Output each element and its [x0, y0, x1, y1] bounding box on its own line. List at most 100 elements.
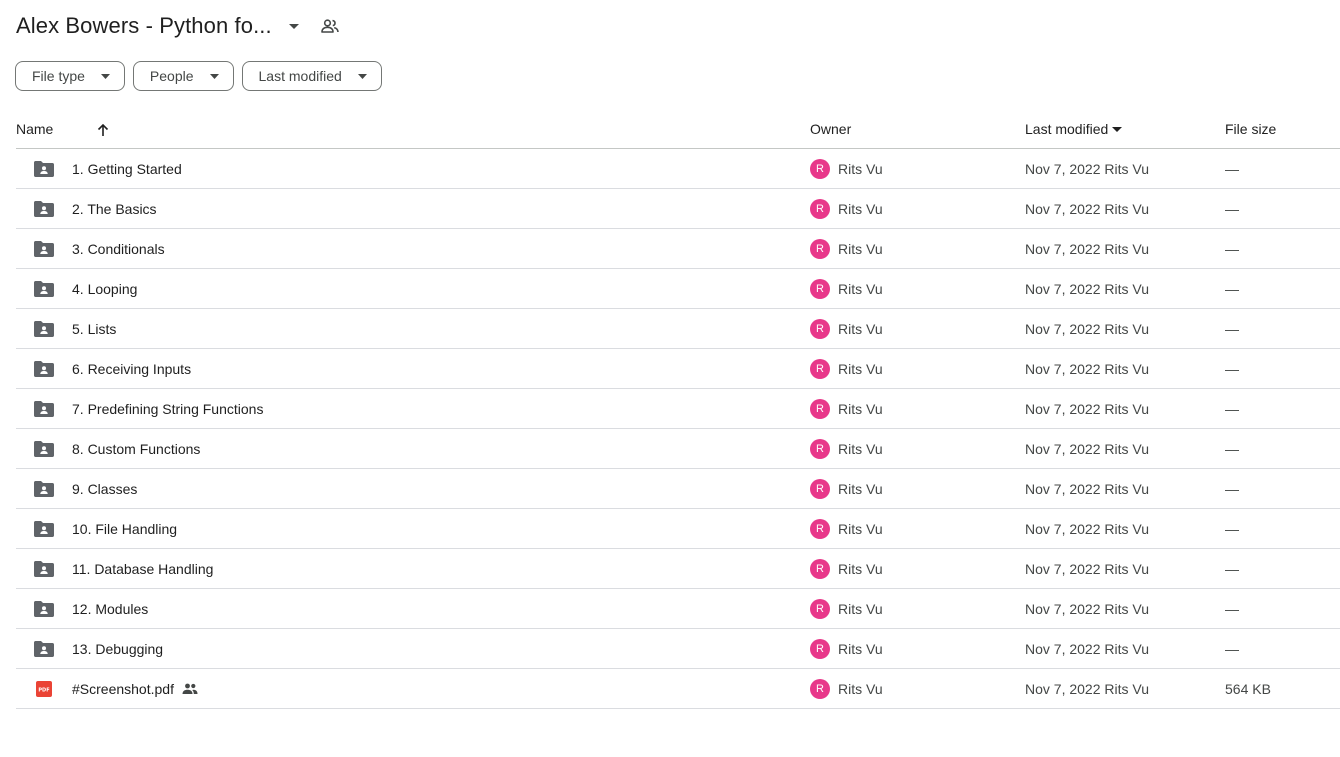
file-row[interactable]: 1. Getting Started R Rits Vu Nov 7, 2022 Ri… — [16, 148, 1340, 189]
modified-by: Rits Vu — [1104, 680, 1149, 697]
file-name[interactable]: 3. Conditionals — [72, 241, 165, 257]
sort-direction-button[interactable] — [97, 123, 109, 137]
shared-folder-icon — [34, 359, 54, 379]
file-row[interactable]: PDF #Screenshot.pdf R Rits Vu Nov 7, 2022 Ri… — [16, 668, 1340, 709]
file-name[interactable]: 1. Getting Started — [72, 161, 182, 177]
file-row[interactable]: 4. Looping R Rits Vu Nov 7, 2022 Rits Vu — — [16, 268, 1340, 309]
file-name[interactable]: 11. Database Handling — [72, 561, 213, 577]
shared-folder-icon — [34, 400, 54, 417]
file-size: — — [1225, 480, 1239, 497]
shared-folder-icon — [34, 240, 54, 257]
file-name[interactable]: 13. Debugging — [72, 641, 163, 657]
file-name[interactable]: 9. Classes — [72, 481, 137, 497]
file-size: — — [1225, 440, 1239, 457]
title-dropdown-button[interactable] — [278, 10, 310, 42]
last-modified-cell: Nov 7, 2022 Rits Vu — [1025, 588, 1225, 629]
file-size-cell: — — [1225, 588, 1340, 629]
svg-text:PDF: PDF — [38, 687, 49, 693]
file-name[interactable]: 4. Looping — [72, 281, 137, 297]
file-row[interactable]: 11. Database Handling R Rits Vu Nov 7, 2022… — [16, 548, 1340, 589]
last-modified-cell: Nov 7, 2022 Rits Vu — [1025, 428, 1225, 469]
file-type-filter[interactable]: File type — [15, 61, 125, 91]
name-cell: 8. Custom Functions — [16, 428, 810, 469]
file-size-cell: — — [1225, 548, 1340, 589]
owner-cell: R Rits Vu — [810, 588, 1025, 629]
modified-by: Rits Vu — [1104, 320, 1149, 337]
file-size: — — [1225, 160, 1239, 177]
shared-people-button[interactable] — [314, 10, 346, 42]
caret-down-icon — [100, 73, 110, 79]
name-cell: 1. Getting Started — [16, 148, 810, 189]
name-column-header[interactable]: Name — [16, 110, 810, 149]
file-name[interactable]: 6. Receiving Inputs — [72, 361, 191, 377]
avatar: R — [810, 558, 830, 579]
breadcrumb: Alex Bowers - Python fo... — [16, 8, 346, 44]
file-row[interactable]: 7. Predefining String Functions R Rits Vu N… — [16, 388, 1340, 429]
file-size-cell: — — [1225, 228, 1340, 269]
owner-cell: R Rits Vu — [810, 388, 1025, 429]
avatar: R — [810, 198, 830, 219]
file-list: Name Owner Last modified File size 1. Ge… — [16, 110, 1340, 709]
shared-folder-icon — [34, 640, 54, 657]
file-name[interactable]: 8. Custom Functions — [72, 441, 200, 457]
file-size-cell: — — [1225, 308, 1340, 349]
owner-cell: R Rits Vu — [810, 308, 1025, 349]
filter-label: People — [149, 68, 194, 84]
file-name[interactable]: #Screenshot.pdf — [72, 681, 174, 697]
file-row[interactable]: 12. Modules R Rits Vu Nov 7, 2022 Rits Vu — — [16, 588, 1340, 629]
last-modified-filter[interactable]: Last modified — [241, 61, 382, 91]
file-size-cell: — — [1225, 468, 1340, 509]
name-cell: 4. Looping — [16, 268, 810, 309]
shared-icon — [182, 683, 198, 694]
file-row[interactable]: 8. Custom Functions R Rits Vu Nov 7, 2022 R… — [16, 428, 1340, 469]
modified-date: Nov 7, 2022 — [1025, 680, 1101, 697]
name-cell: 5. Lists — [16, 308, 810, 349]
shared-folder-icon — [34, 559, 54, 579]
owner-name: Rits Vu — [838, 360, 883, 377]
name-cell: 10. File Handling — [16, 508, 810, 549]
file-size: — — [1225, 240, 1239, 257]
folder-title[interactable]: Alex Bowers - Python fo... — [16, 13, 272, 39]
last-modified-cell: Nov 7, 2022 Rits Vu — [1025, 148, 1225, 189]
name-cell: PDF #Screenshot.pdf — [16, 668, 810, 709]
file-size-cell: — — [1225, 348, 1340, 389]
shared-folder-icon — [34, 439, 54, 459]
shared-folder-icon — [34, 520, 54, 537]
caret-down-icon — [357, 73, 367, 79]
file-row[interactable]: 5. Lists R Rits Vu Nov 7, 2022 Rits Vu — — [16, 308, 1340, 349]
file-row[interactable]: 10. File Handling R Rits Vu Nov 7, 2022 Rit… — [16, 508, 1340, 549]
modified-date: Nov 7, 2022 — [1025, 280, 1101, 297]
file-row[interactable]: 6. Receiving Inputs R Rits Vu Nov 7, 2022 R… — [16, 348, 1340, 389]
file-name[interactable]: 5. Lists — [72, 321, 116, 337]
file-row[interactable]: 9. Classes R Rits Vu Nov 7, 2022 Rits Vu — — [16, 468, 1340, 509]
modified-date: Nov 7, 2022 — [1025, 360, 1101, 377]
avatar: R — [810, 278, 830, 299]
modified-date: Nov 7, 2022 — [1025, 560, 1101, 577]
modified-date: Nov 7, 2022 — [1025, 320, 1101, 337]
avatar: R — [810, 438, 830, 459]
file-size-cell: — — [1225, 388, 1340, 429]
name-cell: 9. Classes — [16, 468, 810, 509]
file-name[interactable]: 10. File Handling — [72, 521, 177, 537]
shared-folder-icon — [34, 600, 54, 617]
file-row[interactable]: 3. Conditionals R Rits Vu Nov 7, 2022 Rits … — [16, 228, 1340, 269]
last-modified-cell: Nov 7, 2022 Rits Vu — [1025, 548, 1225, 589]
shared-folder-icon — [34, 599, 54, 619]
last-modified-cell: Nov 7, 2022 Rits Vu — [1025, 268, 1225, 309]
file-row[interactable]: 2. The Basics R Rits Vu Nov 7, 2022 Rits Vu… — [16, 188, 1340, 229]
name-cell: 2. The Basics — [16, 188, 810, 229]
column-header-row: Name Owner Last modified File size — [16, 110, 1340, 149]
shared-folder-icon — [34, 199, 54, 219]
shared-folder-icon — [34, 479, 54, 499]
file-name[interactable]: 7. Predefining String Functions — [72, 401, 263, 417]
last-modified-column-header[interactable]: Last modified — [1025, 110, 1225, 149]
file-size: 564 KB — [1225, 680, 1271, 697]
file-name[interactable]: 2. The Basics — [72, 201, 157, 217]
modified-date: Nov 7, 2022 — [1025, 160, 1101, 177]
owner-name: Rits Vu — [838, 640, 883, 657]
people-filter[interactable]: People — [132, 61, 234, 91]
file-row[interactable]: 13. Debugging R Rits Vu Nov 7, 2022 Rits Vu… — [16, 628, 1340, 669]
file-name[interactable]: 12. Modules — [72, 601, 148, 617]
modified-date: Nov 7, 2022 — [1025, 400, 1101, 417]
file-size-cell: — — [1225, 268, 1340, 309]
